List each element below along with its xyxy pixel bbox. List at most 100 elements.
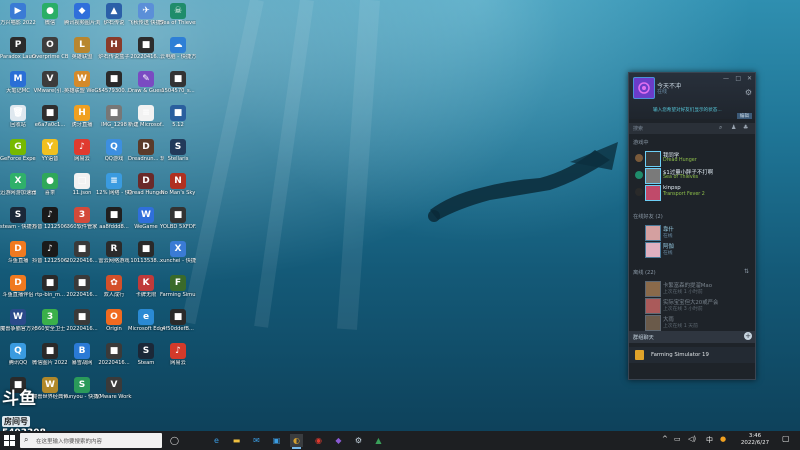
- desktop-icon[interactable]: e Microsoft Edge: [128, 309, 164, 332]
- friend-avatar[interactable]: [645, 281, 661, 297]
- add-friend-icon[interactable]: ♟: [731, 124, 736, 131]
- taskbar-app-mail[interactable]: ✉: [250, 434, 263, 447]
- friend-row[interactable]: 阿伽 在线: [633, 242, 751, 258]
- volume-icon[interactable]: ◁): [688, 435, 696, 443]
- desktop-icon[interactable]: W英雄联盟 WeGame版: [64, 71, 100, 94]
- friend-avatar[interactable]: [645, 168, 661, 184]
- desktop-icon[interactable]: ◆腾讯视频图片浏览: [64, 3, 100, 26]
- desktop-icon[interactable]: ■ 4f50ddefB...: [160, 309, 196, 332]
- taskbar-app-store[interactable]: ▣: [270, 434, 283, 447]
- section-in-game[interactable]: 游戏中: [633, 139, 649, 146]
- desktop-icon[interactable]: W WeGame: [128, 207, 164, 230]
- desktop-icon[interactable]: ■ aa8fddd8...: [96, 207, 132, 230]
- status-message-input[interactable]: 输入您希望对好友们显示的状态...: [653, 107, 722, 113]
- taskbar-app-task-view[interactable]: ◯: [168, 434, 181, 447]
- group-chat-bar[interactable]: 群组聊天 +: [629, 331, 755, 343]
- taskbar-app-game-app[interactable]: ◆: [332, 434, 345, 447]
- desktop-icon[interactable]: ♪抖音 12125064...: [32, 241, 68, 264]
- desktop-icon[interactable]: ♪ 网易云: [64, 139, 100, 162]
- steam-friends-window[interactable]: — □ ✕ 今天不冲 在线 ⚙ 输入您希望对好友们显示的状态... 编辑 搜索 …: [628, 72, 756, 380]
- desktop-icon[interactable]: S Stellaris: [160, 139, 196, 162]
- desktop-icon[interactable]: ♪抖音 12125064...: [32, 207, 68, 230]
- desktop-icon[interactable]: ▲ 炉石传说: [96, 3, 132, 26]
- desktop-icon[interactable]: ■ 5.12: [160, 105, 196, 128]
- friend-avatar[interactable]: [645, 185, 661, 201]
- desktop-icon[interactable]: 🗑 回收站: [0, 105, 36, 128]
- desktop-icon[interactable]: 3 360软件管家: [64, 207, 100, 230]
- desktop-icon[interactable]: □ 11.json: [64, 173, 100, 196]
- desktop-icon[interactable]: ≡12% 网络 - 快捷方式: [96, 173, 132, 196]
- sort-icon[interactable]: ⇅: [744, 268, 749, 275]
- my-avatar[interactable]: [633, 77, 655, 99]
- add-group-icon[interactable]: +: [744, 332, 752, 340]
- desktop-icon[interactable]: Ssunyou - 快捷方式: [64, 377, 100, 400]
- desktop-icon[interactable]: H 炉石传说盒子: [96, 37, 132, 60]
- desktop-icon[interactable]: B 暴雪战网: [64, 343, 100, 366]
- tray-app-icon[interactable]: ●: [720, 435, 726, 443]
- taskbar-app-steam[interactable]: ⚙: [352, 434, 365, 447]
- maximize-icon[interactable]: □: [735, 75, 741, 82]
- taskbar-app-farming[interactable]: ▲: [372, 434, 385, 447]
- section-offline[interactable]: 离线 (22): [633, 269, 656, 276]
- desktop-icon[interactable]: ♪ 网易云: [160, 343, 196, 366]
- friend-row[interactable]: 卡繁富森的提溜Mao 上次在线 1 小时前: [633, 281, 751, 297]
- desktop-icon[interactable]: S Steam: [128, 343, 164, 366]
- ime-icon[interactable]: 中: [706, 435, 713, 445]
- desktop-icon[interactable]: PParadox Launcher v2: [0, 37, 36, 60]
- desktop-icon[interactable]: ■ 20220416...: [128, 37, 164, 60]
- minimize-icon[interactable]: —: [723, 75, 729, 82]
- desktop-icon[interactable]: ■ rtp-bin_m...: [32, 275, 68, 298]
- desktop-icon[interactable]: Y YY语音: [32, 139, 68, 162]
- close-icon[interactable]: ✕: [747, 75, 752, 82]
- desktop-icon[interactable]: ■ 1504570_s...: [160, 71, 196, 94]
- desktop-icon[interactable]: 3 360安全卫士: [32, 309, 68, 332]
- desktop-icon[interactable]: L 英雄联盟: [64, 37, 100, 60]
- desktop-icon[interactable]: ● 喜茶: [32, 173, 68, 196]
- desktop-icon[interactable]: O Origin: [96, 309, 132, 332]
- desktop-icon[interactable]: ☁云电脑 - 快捷方式: [160, 37, 196, 60]
- desktop-icon[interactable]: R 雷云网络游戏: [96, 241, 132, 264]
- taskbar-search-box[interactable]: ⌕ 在这里输入你要搜索的内容: [20, 433, 162, 448]
- desktop-icon[interactable]: ■ 20220416...: [96, 343, 132, 366]
- desktop-icon[interactable]: ■微信图片 2022032...: [32, 343, 68, 366]
- desktop-icon[interactable]: DDreadnun... 玩具 Holl...: [128, 139, 164, 162]
- gear-icon[interactable]: ⚙: [745, 88, 752, 97]
- desktop-icon[interactable]: ≡ 新建 Microsof...: [128, 105, 164, 128]
- taskbar-clock[interactable]: 3:46 2022/6/27: [736, 433, 774, 447]
- friend-avatar[interactable]: [645, 315, 661, 331]
- desktop-icon[interactable]: ■ e6a7a0c1...: [32, 105, 68, 128]
- section-online[interactable]: 在线好友 (2): [633, 213, 663, 220]
- desktop-icon[interactable]: FFarming Simulat...: [160, 275, 196, 298]
- tray-expand-icon[interactable]: ^: [662, 435, 668, 443]
- desktop-icon[interactable]: ■ 20220416...: [64, 309, 100, 332]
- desktop-icon[interactable]: Xxunchei - 快捷方式: [160, 241, 196, 264]
- friend-row[interactable]: 靠什 在线: [633, 225, 751, 241]
- desktop-icon[interactable]: ✎ Draw & Guess: [128, 71, 164, 94]
- desktop-icon[interactable]: N No Man's Sky: [160, 173, 196, 196]
- windows-start-icon[interactable]: [4, 435, 15, 446]
- taskbar-app-file-explorer[interactable]: ▬: [230, 434, 243, 447]
- desktop-icon[interactable]: Ssteam - 快捷方式: [0, 207, 36, 230]
- desktop-icon[interactable]: Q 腾讯QQ: [0, 343, 36, 366]
- desktop-icon[interactable]: ✿ 双人成行: [96, 275, 132, 298]
- taskbar-app-netease[interactable]: ◉: [312, 434, 325, 447]
- desktop-icon[interactable]: ■ 54579300...: [96, 71, 132, 94]
- desktop-icon[interactable]: ■ YOLBD 5XFDF...: [160, 207, 196, 230]
- notification-icon[interactable]: ▢: [782, 434, 790, 443]
- friend-row[interactable]: kinpsp Transport Fever 2: [633, 185, 751, 201]
- desktop-icon[interactable]: X 迅游网游加速器: [0, 173, 36, 196]
- taskbar-app-cloud-pc[interactable]: ◐: [290, 434, 303, 449]
- desktop-icon[interactable]: ▶ 万兴喵影 2022: [0, 3, 36, 26]
- friend-row[interactable]: $1过量小胖子不打啊 Sea of Thieves: [633, 168, 751, 184]
- desktop-icon[interactable]: OOverprime CBT (Clos...: [32, 37, 68, 60]
- friend-avatar[interactable]: [645, 225, 661, 241]
- edit-status-button[interactable]: 编辑: [736, 113, 752, 119]
- desktop-icon[interactable]: ✈飞秋传送 快捷方式 (2): [128, 3, 164, 26]
- desktop-icon[interactable]: D 斗鱼直播伴侣: [0, 275, 36, 298]
- friend-avatar[interactable]: [645, 298, 661, 314]
- friend-row[interactable]: 我同学 Dread Hunger: [633, 151, 751, 167]
- desktop-icon[interactable]: K 卡牌无限: [128, 275, 164, 298]
- friend-avatar[interactable]: [645, 151, 661, 167]
- desktop-icon[interactable]: D 斗鱼直播: [0, 241, 36, 264]
- group-chat-item[interactable]: Farming Simulator 19: [629, 347, 755, 363]
